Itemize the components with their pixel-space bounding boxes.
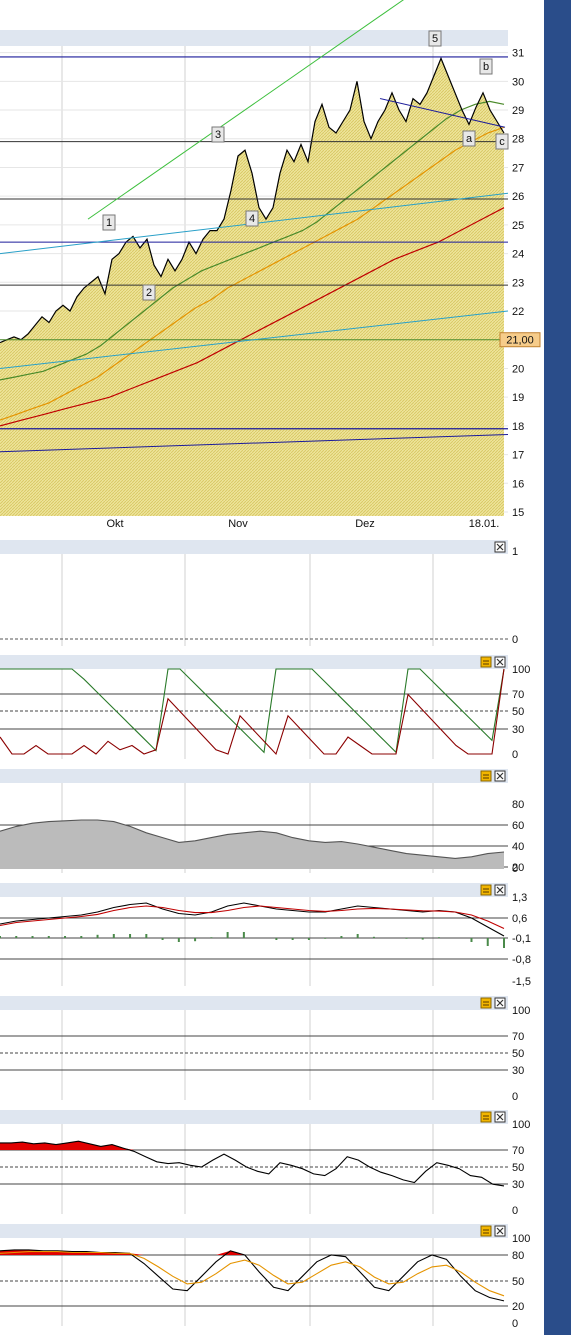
edit-icon [480, 770, 492, 782]
wave-label: a [466, 133, 473, 145]
edit-icon [480, 1225, 492, 1237]
indicator-panel-header [0, 1110, 508, 1124]
edit-icon [480, 997, 492, 1009]
chart-canvas: 151617181920212223242526272829303112345a… [0, 0, 544, 1330]
indicator-y-tick: 30 [512, 1179, 524, 1191]
indicator-panel-header [0, 655, 508, 669]
wave-label: 2 [146, 287, 152, 299]
indicator-y-tick: 30 [512, 1065, 524, 1077]
indicator-y-tick: -0,8 [512, 954, 531, 966]
indicator-y-tick: 0 [512, 1091, 518, 1103]
price-y-tick: 17 [512, 450, 524, 462]
last-price-label: 21,00 [506, 335, 534, 347]
indicator-y-tick: 20 [512, 1301, 524, 1313]
indicator-y-tick: 50 [512, 1276, 524, 1288]
price-y-tick: 19 [512, 392, 524, 404]
indicator-y-tick: 100 [512, 1005, 530, 1017]
wave-label: 3 [215, 129, 221, 141]
indicator-y-tick: -0,1 [512, 933, 531, 945]
price-y-tick: 30 [512, 76, 524, 88]
price-y-tick: 26 [512, 191, 524, 203]
indicator-y-tick: 100 [512, 1119, 530, 1131]
indicator-y-tick: 0 [512, 863, 518, 875]
indicator-panel-header [0, 1224, 508, 1238]
price-y-tick: 23 [512, 277, 524, 289]
indicator-panel-header [0, 769, 508, 783]
price-y-tick: 24 [512, 249, 524, 261]
indicator-panel-bg [0, 1224, 544, 1330]
indicator-y-tick: 80 [512, 799, 524, 811]
indicator-y-tick: 70 [512, 1145, 524, 1157]
price-y-tick: 16 [512, 478, 524, 490]
indicator-y-tick: 70 [512, 689, 524, 701]
indicator-y-tick: 50 [512, 1162, 524, 1174]
indicator-y-tick: 0 [512, 1318, 518, 1330]
x-axis-label: 18.01. [469, 518, 500, 530]
indicator-y-tick: 40 [512, 841, 524, 853]
x-axis-label: Dez [355, 518, 375, 530]
indicator-y-tick: 50 [512, 1048, 524, 1060]
indicator-y-tick: 50 [512, 706, 524, 718]
price-y-tick: 31 [512, 48, 524, 60]
price-y-tick: 29 [512, 105, 524, 117]
wave-label: c [499, 136, 505, 148]
wave-label: b [483, 61, 489, 73]
indicator-y-tick: 100 [512, 1233, 530, 1245]
indicator-panel-header [0, 883, 508, 897]
indicator-y-tick: 0 [512, 1205, 518, 1217]
price-y-tick: 28 [512, 134, 524, 146]
indicator-y-tick: 60 [512, 820, 524, 832]
price-y-tick: 20 [512, 363, 524, 375]
indicator-panel-bg [0, 1110, 544, 1218]
indicator-panel-header [0, 540, 508, 554]
indicator-panel-bg [0, 996, 544, 1104]
indicator-y-tick: 0,6 [512, 913, 527, 925]
x-axis-label: Nov [228, 518, 248, 530]
indicator-y-tick: 1,3 [512, 892, 527, 904]
indicator-y-tick: 70 [512, 1031, 524, 1043]
wave-label: 5 [432, 33, 438, 45]
price-y-tick: 27 [512, 162, 524, 174]
edit-icon [480, 1111, 492, 1123]
x-axis-label: Okt [106, 518, 123, 530]
indicator-y-tick: 0 [512, 634, 518, 646]
price-y-tick: 15 [512, 507, 524, 519]
chart-root: 151617181920212223242526272829303112345a… [0, 0, 571, 1335]
indicator-y-tick: 0 [512, 749, 518, 761]
indicator-y-tick: 100 [512, 664, 530, 676]
wave-label: 1 [106, 217, 112, 229]
side-strip [544, 0, 571, 1335]
indicator-y-tick: 30 [512, 724, 524, 736]
indicator-y-tick: 1 [512, 546, 518, 558]
indicator-panel-header [0, 996, 508, 1010]
price-y-tick: 25 [512, 220, 524, 232]
price-y-tick: 18 [512, 421, 524, 433]
wave-label: 4 [249, 213, 255, 225]
indicator-y-tick: -1,5 [512, 976, 531, 988]
edit-icon [480, 884, 492, 896]
edit-icon [480, 656, 492, 668]
indicator-y-tick: 80 [512, 1250, 524, 1262]
indicator-panel-bg [0, 540, 544, 650]
price-y-tick: 22 [512, 306, 524, 318]
